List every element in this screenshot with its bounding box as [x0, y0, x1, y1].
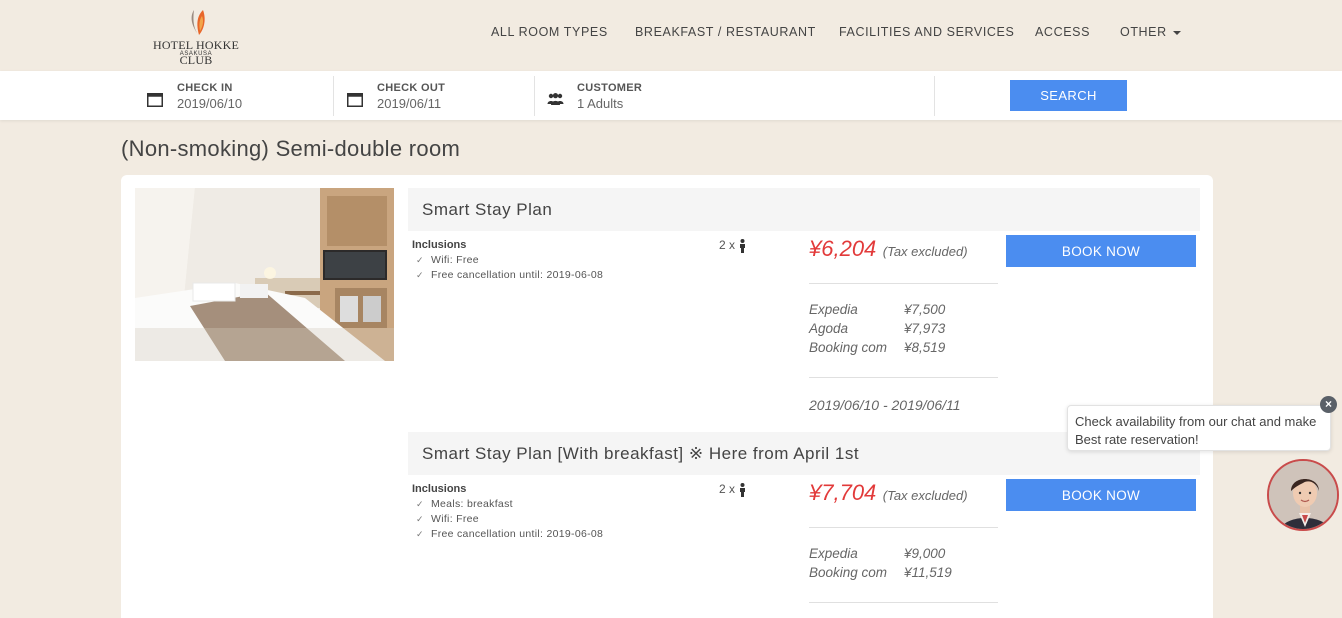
ota-price: ¥7,973 [904, 321, 946, 336]
checkout-value: 2019/06/11 [377, 96, 442, 111]
search-button[interactable]: SEARCH [1010, 80, 1127, 111]
check-icon: ✓ [416, 514, 424, 524]
room-image [135, 188, 394, 361]
close-icon[interactable]: × [1320, 396, 1337, 413]
checkout-label: CHECK OUT [377, 82, 446, 94]
ota-row: Expedia ¥9,000 [809, 546, 998, 565]
checkin-field[interactable]: CHECK IN 2019/06/10 [136, 71, 334, 120]
list-item: ✓ Free cancellation until: 2019-06-08 [412, 527, 603, 542]
room-photo[interactable] [135, 188, 394, 361]
plan-title[interactable]: Smart Stay Plan [With breakfast] ※ Here … [422, 444, 859, 464]
ota-row: Expedia ¥7,500 [809, 302, 998, 321]
ota-price-list: Expedia ¥7,500 Agoda ¥7,973 Booking com ¥8,… [809, 302, 998, 359]
plan-price: ¥6,204 (Tax excluded) [809, 236, 968, 262]
check-icon: ✓ [416, 255, 424, 265]
ota-name: Expedia [809, 302, 858, 317]
ota-price: ¥8,519 [904, 340, 946, 355]
occupancy-count: 2 x [719, 238, 736, 252]
inclusions-label: Inclusions [412, 239, 467, 251]
tax-note: (Tax excluded) [882, 488, 968, 503]
nav-other[interactable]: OTHER [1120, 25, 1181, 39]
calendar-icon [347, 93, 363, 107]
check-icon: ✓ [416, 529, 424, 539]
nav-access[interactable]: ACCESS [1035, 25, 1090, 39]
check-icon: ✓ [416, 499, 424, 509]
divider [934, 76, 935, 116]
list-item: ✓ Wifi: Free [412, 512, 603, 527]
ota-name: Booking com [809, 565, 888, 580]
ota-price: ¥7,500 [904, 302, 946, 317]
chat-message: Check availability from our chat and mak… [1075, 414, 1317, 447]
plan-header: Smart Stay Plan [408, 188, 1200, 231]
search-bar: CHECK IN 2019/06/10 CHECK OUT 2019/06/11… [0, 71, 1342, 120]
hotel-logo[interactable]: HOTEL HOKKE CLUB ASAKUSA [138, 8, 254, 67]
calendar-icon [147, 93, 163, 107]
stay-dates: 2019/06/10 - 2019/06/11 [809, 397, 961, 413]
check-icon: ✓ [416, 270, 424, 280]
chat-avatar[interactable] [1267, 459, 1339, 531]
person-icon [740, 238, 746, 253]
ota-row: Agoda ¥7,973 [809, 321, 998, 340]
list-item: ✓ Meals: breakfast [412, 497, 603, 512]
plan-price: ¥7,704 (Tax excluded) [809, 480, 968, 506]
caret-down-icon [1172, 30, 1181, 35]
price-amount: ¥7,704 [809, 480, 877, 505]
plan-title[interactable]: Smart Stay Plan [422, 200, 552, 220]
room-card: Smart Stay Plan Inclusions ✓ Wifi: Free ✓… [121, 175, 1213, 618]
occupancy: 2 x [719, 482, 746, 497]
ota-row: Booking com ¥8,519 [809, 340, 998, 359]
nav-breakfast-restaurant[interactable]: BREAKFAST / RESTAURANT [635, 25, 816, 39]
inclusion-text: Free cancellation until: 2019-06-08 [431, 269, 604, 281]
occupancy: 2 x [719, 238, 746, 253]
price-amount: ¥6,204 [809, 236, 877, 261]
book-now-button[interactable]: BOOK NOW [1006, 235, 1196, 267]
inclusion-text: Wifi: Free [431, 254, 479, 266]
ota-name: Booking com [809, 340, 888, 355]
site-header: HOTEL HOKKE CLUB ASAKUSA ALL ROOM TYPES … [0, 0, 1342, 71]
divider [809, 377, 998, 378]
list-item: ✓ Wifi: Free [412, 253, 603, 268]
ota-name: Expedia [809, 546, 858, 561]
ota-price-list: Expedia ¥9,000 Booking com ¥11,519 [809, 546, 998, 584]
inclusions-list: ✓ Meals: breakfast ✓ Wifi: Free ✓ Free canc… [412, 497, 603, 542]
room-type-title: (Non-smoking) Semi-double room [121, 136, 461, 161]
divider [809, 602, 998, 603]
inclusions-label: Inclusions [412, 483, 467, 495]
chat-bubble[interactable]: Check availability from our chat and mak… [1067, 405, 1331, 451]
divider [809, 283, 998, 284]
list-item: ✓ Free cancellation until: 2019-06-08 [412, 268, 603, 283]
customer-value: 1 Adults [577, 96, 624, 111]
group-icon [547, 93, 564, 105]
inclusion-text: Meals: breakfast [431, 498, 513, 510]
ota-price: ¥11,519 [904, 565, 952, 580]
logo-subtitle: ASAKUSA [179, 51, 213, 57]
customer-label: CUSTOMER [577, 82, 643, 94]
nav-facilities-services[interactable]: FACILITIES AND SERVICES [839, 25, 1014, 39]
avatar [1269, 461, 1337, 529]
checkin-value: 2019/06/10 [177, 96, 243, 111]
inclusion-text: Free cancellation until: 2019-06-08 [431, 528, 604, 540]
inclusion-text: Wifi: Free [431, 513, 479, 525]
nav-all-room-types[interactable]: ALL ROOM TYPES [491, 25, 608, 39]
book-now-button[interactable]: BOOK NOW [1006, 479, 1196, 511]
person-icon [740, 482, 746, 497]
customer-field[interactable]: CUSTOMER 1 Adults [536, 71, 934, 120]
ota-row: Booking com ¥11,519 [809, 565, 998, 584]
nav-other-label: OTHER [1120, 25, 1167, 39]
divider [333, 76, 334, 116]
occupancy-count: 2 x [719, 482, 736, 496]
checkin-label: CHECK IN [177, 82, 233, 94]
divider [809, 527, 998, 528]
inclusions-list: ✓ Wifi: Free ✓ Free cancellation until: 20… [412, 253, 603, 283]
flame-icon [191, 10, 205, 35]
ota-price: ¥9,000 [904, 546, 946, 561]
divider [534, 76, 535, 116]
ota-name: Agoda [809, 321, 849, 336]
checkout-field[interactable]: CHECK OUT 2019/06/11 [336, 71, 534, 120]
tax-note: (Tax excluded) [882, 244, 968, 259]
